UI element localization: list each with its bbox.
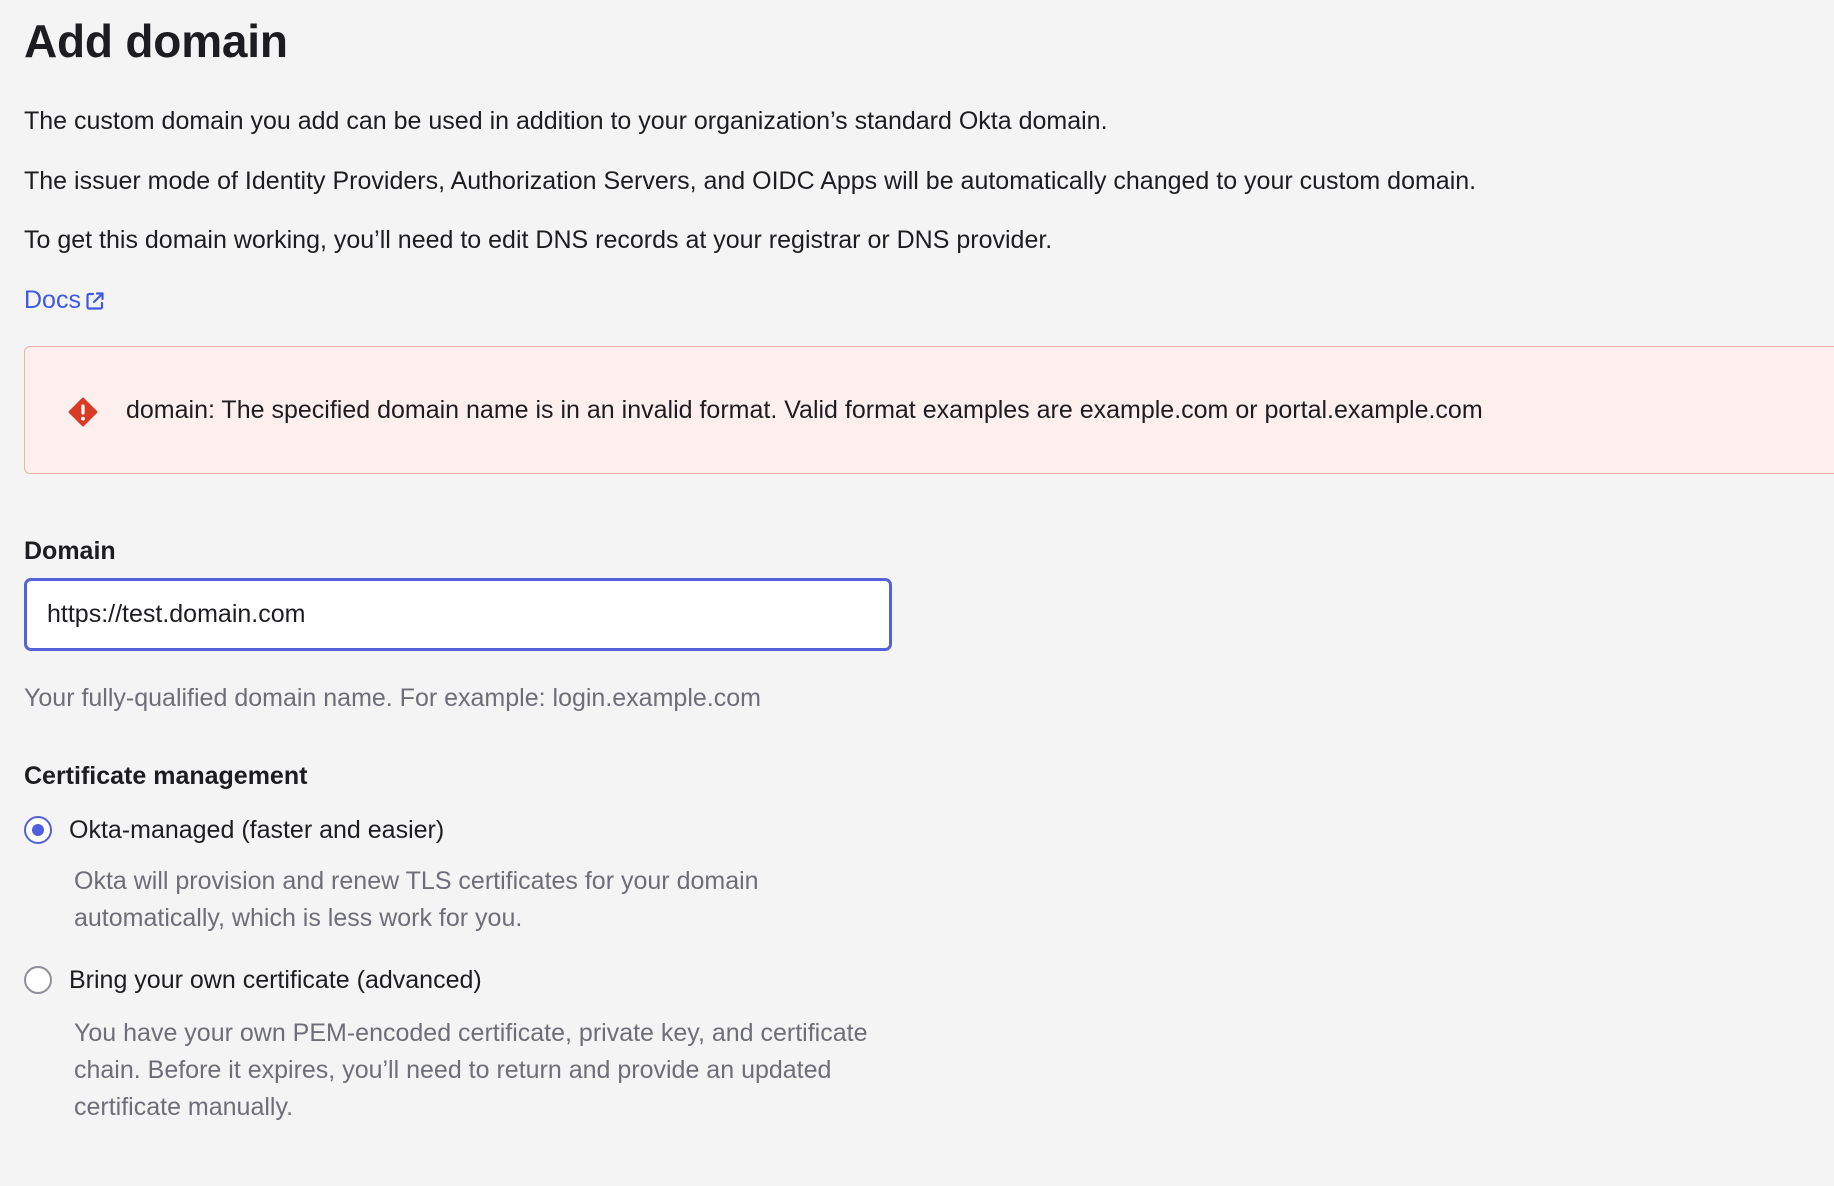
radio-okta-managed[interactable]: Okta-managed (faster and easier) xyxy=(24,814,444,846)
external-link-icon xyxy=(86,292,104,310)
docs-link[interactable]: Docs xyxy=(24,284,106,316)
domain-input[interactable] xyxy=(24,578,892,651)
radio-button-checked[interactable] xyxy=(24,816,52,844)
radio-okta-managed-label[interactable]: Okta-managed (faster and easier) xyxy=(69,814,444,846)
domain-hint: Your fully-qualified domain name. For ex… xyxy=(24,684,761,712)
radio-bring-own-certificate-label[interactable]: Bring your own certificate (advanced) xyxy=(69,964,482,996)
bring-own-certificate-description: You have your own PEM-encoded certificat… xyxy=(74,1019,868,1121)
docs-link-label: Docs xyxy=(24,286,81,314)
error-alert: domain: The specified domain name is in … xyxy=(24,346,1834,474)
intro-paragraph-1: The custom domain you add can be used in… xyxy=(24,107,1108,135)
page-title: Add domain xyxy=(24,15,288,67)
radio-bring-own-certificate[interactable]: Bring your own certificate (advanced) xyxy=(24,964,482,996)
radio-button-unchecked[interactable] xyxy=(24,966,52,994)
certificate-management-label: Certificate management xyxy=(24,762,308,790)
intro-paragraph-2: The issuer mode of Identity Providers, A… xyxy=(24,167,1477,195)
error-diamond-icon xyxy=(68,397,98,427)
error-message: domain: The specified domain name is in … xyxy=(126,396,1483,424)
domain-label: Domain xyxy=(24,537,116,565)
okta-managed-description: Okta will provision and renew TLS certif… xyxy=(74,867,759,932)
intro-paragraph-3: To get this domain working, you’ll need … xyxy=(24,226,1053,254)
